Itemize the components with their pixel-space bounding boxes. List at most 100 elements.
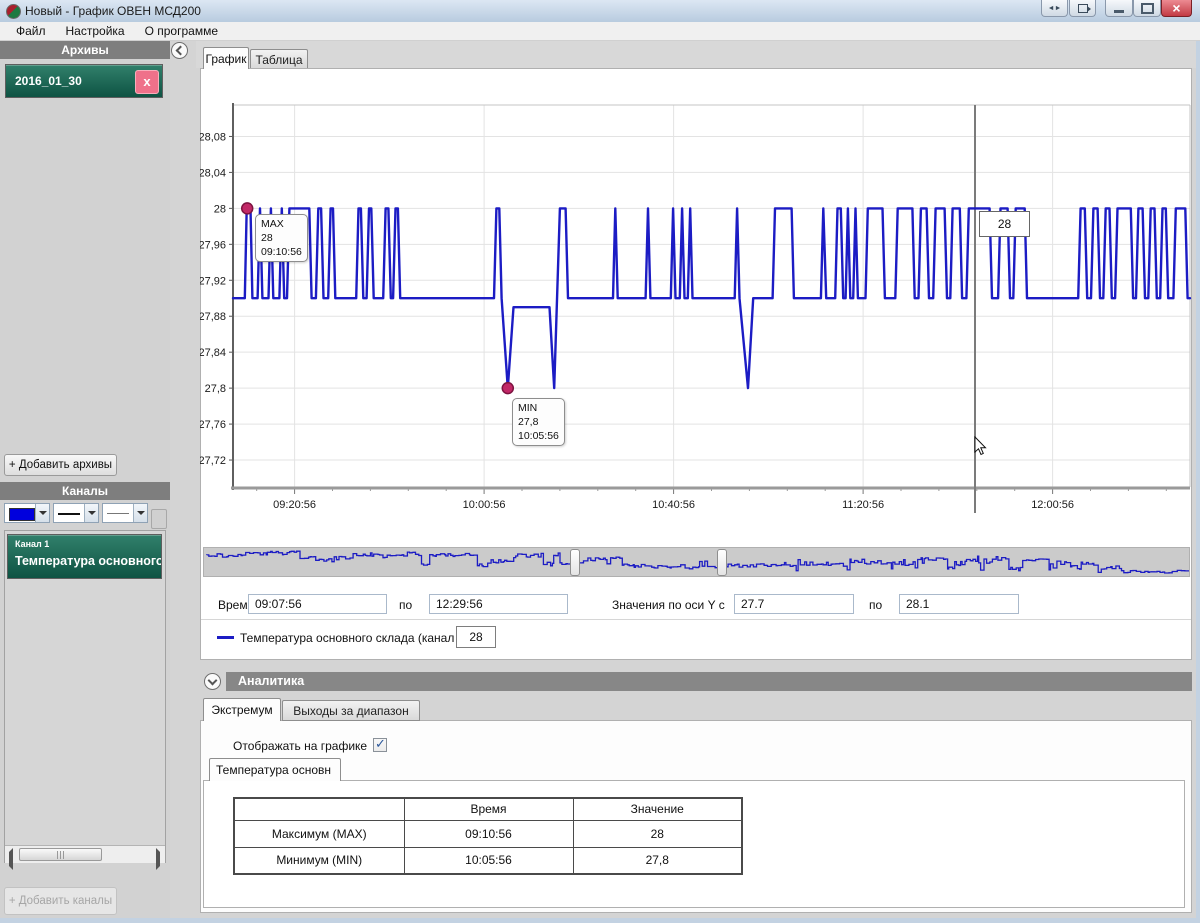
channel-color-picker[interactable] [4, 503, 50, 523]
show-on-chart-label: Отображать на графике [233, 739, 367, 753]
table-header-value: Значение [573, 798, 742, 820]
y-to-label: по [869, 598, 882, 612]
time-from-input[interactable] [248, 594, 387, 614]
legend-series-label: Температура основного склада (канал 1) [240, 631, 468, 645]
line-thickness-picker[interactable] [53, 503, 99, 523]
svg-text:27,76: 27,76 [200, 419, 226, 431]
temperature-chart[interactable]: 27,7227,7627,827,8427,8827,9227,962828,0… [200, 68, 1192, 523]
min-time: 10:05:56 [518, 429, 559, 443]
app-icon [6, 4, 21, 19]
color-swatch-blue [9, 508, 35, 521]
table-header-blank [234, 798, 404, 820]
chevron-left-icon [176, 46, 186, 56]
legend-divider [201, 619, 1191, 620]
add-channels-button[interactable]: + Добавить каналы [4, 887, 117, 915]
chevron-down-icon [208, 676, 218, 686]
svg-text:27,96: 27,96 [200, 239, 226, 251]
style-picker-arrow[interactable] [133, 504, 147, 522]
tab-extremum[interactable]: Экстремум [203, 698, 281, 721]
app-window: Новый - График ОВЕН МСД200 ◄► × Файл Нас… [0, 0, 1200, 923]
channel-item-id: Канал 1 [15, 539, 49, 549]
y-to-input[interactable] [899, 594, 1019, 614]
archive-item-label: 2016_01_30 [15, 74, 82, 88]
menu-bar: Файл Настройка О программе [0, 22, 1200, 41]
chevron-down-icon [39, 511, 47, 515]
archive-item[interactable]: 2016_01_30 x [5, 64, 163, 98]
tab-grafik[interactable]: График [203, 47, 249, 69]
scrollbar-thumb[interactable] [19, 848, 102, 861]
svg-text:27,84: 27,84 [200, 347, 226, 359]
archives-header: Архивы [0, 41, 170, 59]
time-to-label: по [399, 598, 412, 612]
navigator-left-handle[interactable] [570, 549, 580, 576]
check-icon: ✓ [375, 736, 386, 752]
max-row-time: 09:10:56 [404, 820, 573, 847]
show-on-chart-checkbox[interactable]: ✓ [373, 738, 387, 752]
time-to-input[interactable] [429, 594, 568, 614]
min-row-time: 10:05:56 [404, 847, 573, 874]
svg-text:10:40:56: 10:40:56 [652, 499, 695, 511]
window-right-edge [1196, 41, 1200, 923]
chevron-down-icon [137, 511, 145, 515]
table-row-min: Минимум (MIN) 10:05:56 27,8 [234, 847, 742, 874]
min-row-label: Минимум (MIN) [234, 847, 404, 874]
collapse-sidebar-button[interactable] [171, 42, 188, 59]
min-row-value: 27,8 [573, 847, 742, 874]
svg-text:10:00:56: 10:00:56 [463, 499, 506, 511]
minimize-button[interactable] [1105, 0, 1133, 17]
compare-windows-button[interactable]: ◄► [1041, 0, 1068, 17]
sidebar: Архивы 2016_01_30 x + Добавить архивы Ка… [0, 41, 170, 923]
svg-text:12:00:56: 12:00:56 [1031, 499, 1074, 511]
channel-item[interactable]: Канал 1 Температура основного ск [7, 534, 162, 579]
legend-current-value[interactable]: 28 [456, 626, 496, 648]
channel-item-label: Температура основного ск [15, 554, 162, 568]
tab-channel-extremum[interactable]: Температура основн [209, 758, 341, 781]
maximize-button[interactable] [1133, 0, 1161, 17]
svg-text:27,8: 27,8 [205, 383, 226, 395]
collapse-analytics-button[interactable] [204, 673, 221, 690]
cursor-value-label: 28 [979, 211, 1030, 237]
close-icon: × [1172, 1, 1180, 15]
svg-text:28: 28 [214, 203, 226, 215]
y-from-input[interactable] [734, 594, 854, 614]
menu-file[interactable]: Файл [6, 22, 56, 40]
max-label: MAX [261, 217, 302, 231]
channels-scrollbar[interactable] [5, 845, 165, 863]
add-archives-button[interactable]: + Добавить архивы [4, 454, 117, 476]
scroll-left-arrow[interactable] [9, 852, 13, 866]
main-tab-strip [196, 41, 1196, 68]
max-value: 28 [261, 231, 302, 245]
tab-out-of-range[interactable]: Выходы за диапазон [282, 700, 420, 721]
triangle-right-icon [156, 848, 160, 870]
minimize-icon [1114, 10, 1124, 13]
svg-text:11:20:56: 11:20:56 [842, 499, 884, 511]
svg-text:27,88: 27,88 [200, 311, 226, 323]
menu-about[interactable]: О программе [135, 22, 228, 40]
color-picker-arrow[interactable] [35, 504, 49, 522]
svg-text:28,04: 28,04 [200, 167, 226, 179]
legend-line-swatch [217, 636, 234, 639]
thickness-picker-arrow[interactable] [84, 504, 98, 522]
svg-text:09:20:56: 09:20:56 [273, 499, 316, 511]
analytics-header: Аналитика [226, 672, 1192, 691]
svg-text:27,72: 27,72 [200, 455, 226, 467]
line-style-picker[interactable] [102, 503, 148, 523]
max-row-label: Максимум (MAX) [234, 820, 404, 847]
max-time: 09:10:56 [261, 245, 302, 259]
close-button[interactable]: × [1161, 0, 1192, 17]
tab-tablica[interactable]: Таблица [250, 49, 308, 69]
thin-line-swatch [107, 513, 129, 514]
menu-settings[interactable]: Настройка [56, 22, 135, 40]
window-title: Новый - График ОВЕН МСД200 [25, 4, 201, 18]
chart-navigator[interactable] [203, 547, 1190, 577]
channel-style-extra-button[interactable] [151, 509, 167, 529]
archive-close-button[interactable]: x [135, 70, 159, 94]
table-header-time: Время [404, 798, 573, 820]
scroll-right-arrow[interactable] [156, 852, 160, 866]
window-bottom-edge [0, 918, 1200, 923]
table-row-max: Максимум (MAX) 09:10:56 28 [234, 820, 742, 847]
detach-window-button[interactable] [1069, 0, 1096, 17]
navigator-right-handle[interactable] [717, 549, 727, 576]
maximize-icon [1141, 3, 1154, 14]
channels-header: Каналы [0, 482, 170, 500]
